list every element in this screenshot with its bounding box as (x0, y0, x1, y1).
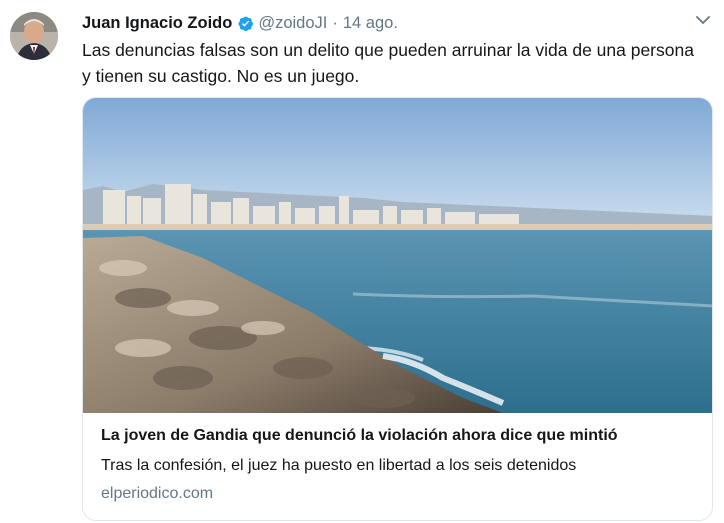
card-domain: elperiodico.com (101, 485, 214, 502)
card-title[interactable]: La joven de Gandia que denunció la viola… (101, 427, 618, 445)
tweet[interactable]: Juan Ignacio Zoido @zoidoJI · 14 ago. La… (0, 0, 724, 523)
avatar-image (10, 12, 58, 60)
timestamp[interactable]: 14 ago. (343, 14, 398, 33)
chevron-down-icon[interactable] (696, 16, 710, 25)
card-image (83, 98, 712, 413)
author-name[interactable]: Juan Ignacio Zoido (82, 14, 232, 33)
tweet-header: Juan Ignacio Zoido @zoidoJI · 14 ago. (82, 12, 398, 34)
avatar[interactable] (10, 12, 58, 60)
link-card[interactable]: La joven de Gandia que denunció la viola… (82, 97, 713, 521)
tweet-text-line-1: Las denuncias falsas son un delito que p… (82, 40, 694, 60)
verified-badge-icon (237, 15, 254, 32)
author-handle[interactable]: @zoidoJI (258, 14, 327, 33)
tweet-text-line-2: y tienen su castigo. No es un juego. (82, 66, 360, 86)
separator-dot: · (332, 13, 338, 32)
card-description: Tras la confesión, el juez ha puesto en … (101, 457, 577, 474)
tweet-text: Las denuncias falsas son un delito que p… (82, 37, 712, 89)
